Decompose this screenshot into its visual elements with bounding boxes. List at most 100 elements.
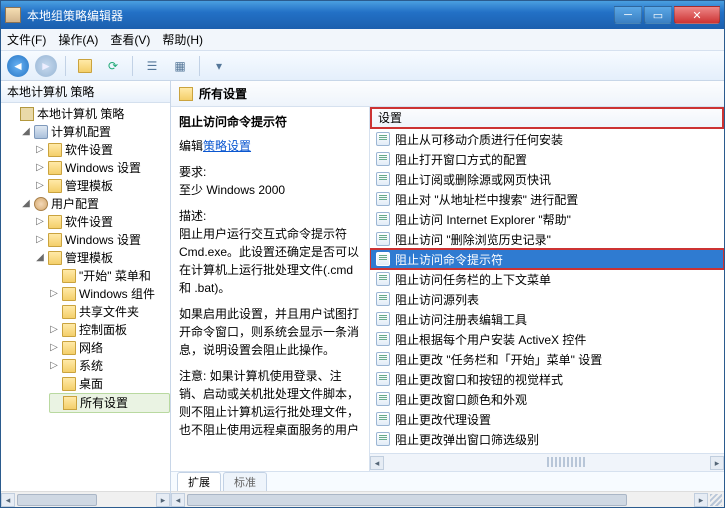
list-item-label: 阻止更改窗口和按钮的视觉样式: [395, 371, 563, 388]
refresh-button[interactable]: ⟳: [102, 55, 124, 77]
expand-icon[interactable]: ▷: [35, 231, 45, 249]
expand-icon[interactable]: ▷: [35, 159, 45, 177]
window-title: 本地组策略编辑器: [27, 7, 614, 24]
scroll-thumb[interactable]: [187, 494, 627, 506]
expand-icon[interactable]: ▷: [35, 177, 45, 195]
setting-icon: [376, 412, 390, 426]
tree-item[interactable]: ▷Windows 组件: [49, 285, 170, 303]
folder-icon: [48, 179, 62, 193]
list-header-setting[interactable]: 设置: [370, 107, 724, 129]
list-item-label: 阻止访问注册表编辑工具: [395, 311, 527, 328]
expand-icon[interactable]: ◢: [21, 123, 31, 141]
setting-icon: [376, 192, 390, 206]
help-button[interactable]: ▦: [169, 55, 191, 77]
expand-icon[interactable]: ◢: [35, 249, 45, 267]
folder-icon: [62, 341, 76, 355]
tree-item[interactable]: ▷Windows 设置: [35, 231, 170, 249]
tree-admin-templates[interactable]: ◢管理模板: [35, 249, 170, 267]
list-item-label: 阻止更改代理设置: [395, 411, 491, 428]
breadcrumb-label: 所有设置: [199, 85, 247, 102]
resize-grip-icon[interactable]: [710, 494, 722, 506]
tree-item[interactable]: 桌面: [49, 375, 170, 393]
menu-view[interactable]: 查看(V): [110, 31, 150, 48]
settings-list[interactable]: 阻止从可移动介质进行任何安装阻止打开窗口方式的配置阻止订阅或删除源或网页快讯阻止…: [370, 129, 724, 453]
tree-computer-config[interactable]: ◢计算机配置: [21, 123, 170, 141]
column-splitter-icon[interactable]: [547, 457, 587, 467]
tree-item[interactable]: ▷管理模板: [35, 177, 170, 195]
scroll-right-icon[interactable]: ▸: [694, 493, 708, 507]
list-item[interactable]: 阻止访问注册表编辑工具: [370, 309, 724, 329]
show-hide-button[interactable]: ☰: [141, 55, 163, 77]
tree-item[interactable]: ▷Windows 设置: [35, 159, 170, 177]
list-item[interactable]: 阻止订阅或删除源或网页快讯: [370, 169, 724, 189]
list-item[interactable]: 阻止更改 "任务栏和「开始」菜单" 设置: [370, 349, 724, 369]
content-pane: 所有设置 阻止访问命令提示符 编辑策略设置 要求:至少 Windows 2000…: [171, 81, 724, 507]
expand-icon[interactable]: ▷: [49, 285, 59, 303]
menu-action[interactable]: 操作(A): [58, 31, 98, 48]
folder-icon: [62, 377, 76, 391]
list-item[interactable]: 阻止访问 "删除浏览历史记录": [370, 229, 724, 249]
minimize-button[interactable]: ─: [614, 6, 642, 24]
list-item[interactable]: 阻止更改代理设置: [370, 409, 724, 429]
menubar: 文件(F) 操作(A) 查看(V) 帮助(H): [1, 29, 724, 51]
nav-back-button[interactable]: ◄: [7, 55, 29, 77]
scroll-right-icon[interactable]: ▸: [156, 493, 170, 507]
tree-root[interactable]: 本地计算机 策略: [7, 105, 170, 123]
scroll-left-icon[interactable]: ◂: [370, 456, 384, 470]
titlebar[interactable]: 本地组策略编辑器 ─ ▭ ✕: [1, 1, 724, 29]
tree-item[interactable]: ▷软件设置: [35, 213, 170, 231]
tree-user-config[interactable]: ◢用户配置: [21, 195, 170, 213]
separator: [65, 56, 66, 76]
close-button[interactable]: ✕: [674, 6, 720, 24]
folder-icon: [62, 287, 76, 301]
maximize-button[interactable]: ▭: [644, 6, 672, 24]
tree-hscrollbar[interactable]: ◂ ▸: [1, 491, 170, 507]
list-item[interactable]: 阻止更改窗口和按钮的视觉样式: [370, 369, 724, 389]
filter-button[interactable]: ▾: [208, 55, 230, 77]
menu-help[interactable]: 帮助(H): [162, 31, 203, 48]
tree-all-settings[interactable]: 所有设置: [49, 393, 170, 413]
list-item[interactable]: 阻止打开窗口方式的配置: [370, 149, 724, 169]
tree-item[interactable]: 共享文件夹: [49, 303, 170, 321]
all-settings-icon: [179, 87, 193, 101]
list-item[interactable]: 阻止根据每个用户安装 ActiveX 控件: [370, 329, 724, 349]
list-item[interactable]: 阻止更改窗口颜色和外观: [370, 389, 724, 409]
setting-icon: [376, 232, 390, 246]
tree-item[interactable]: ▷系统: [49, 357, 170, 375]
list-item[interactable]: 阻止更改弹出窗口筛选级别: [370, 429, 724, 449]
tree-item[interactable]: ▷控制面板: [49, 321, 170, 339]
tab-extended[interactable]: 扩展: [177, 472, 221, 491]
expand-icon[interactable]: ▷: [49, 339, 59, 357]
policy-tree[interactable]: 本地计算机 策略 ◢计算机配置 ▷软件设置 ▷Windows 设置 ▷管理模板 …: [1, 103, 170, 491]
scroll-left-icon[interactable]: ◂: [1, 493, 15, 507]
scroll-thumb[interactable]: [17, 494, 97, 506]
properties-button[interactable]: [74, 55, 96, 77]
user-icon: [34, 197, 48, 211]
expand-icon[interactable]: ▷: [49, 357, 59, 375]
list-item[interactable]: 阻止访问源列表: [370, 289, 724, 309]
list-item[interactable]: 阻止对 "从地址栏中搜索" 进行配置: [370, 189, 724, 209]
list-item[interactable]: 阻止访问命令提示符: [370, 249, 724, 269]
folder-icon: [62, 269, 76, 283]
list-item[interactable]: 阻止访问任务栏的上下文菜单: [370, 269, 724, 289]
nav-forward-button[interactable]: ►: [35, 55, 57, 77]
tab-standard[interactable]: 标准: [223, 472, 267, 491]
menu-file[interactable]: 文件(F): [7, 31, 46, 48]
tree-item[interactable]: ▷软件设置: [35, 141, 170, 159]
list-item[interactable]: 阻止访问 Internet Explorer "帮助": [370, 209, 724, 229]
expand-icon[interactable]: ◢: [21, 195, 31, 213]
content-hscrollbar[interactable]: ◂ ▸: [171, 491, 724, 507]
scroll-left-icon[interactable]: ◂: [171, 493, 185, 507]
tree-item[interactable]: "开始" 菜单和: [49, 267, 170, 285]
list-item-label: 阻止访问命令提示符: [395, 251, 503, 268]
expand-icon[interactable]: ▷: [49, 321, 59, 339]
scroll-right-icon[interactable]: ▸: [710, 456, 724, 470]
expand-icon[interactable]: ▷: [35, 213, 45, 231]
list-item[interactable]: 阻止从可移动介质进行任何安装: [370, 129, 724, 149]
tree-item[interactable]: ▷网络: [49, 339, 170, 357]
expand-icon[interactable]: ▷: [35, 141, 45, 159]
list-item-label: 阻止访问任务栏的上下文菜单: [395, 271, 551, 288]
settings-list-column: 设置 阻止从可移动介质进行任何安装阻止打开窗口方式的配置阻止订阅或删除源或网页快…: [369, 107, 724, 471]
list-item-label: 阻止访问 Internet Explorer "帮助": [395, 211, 571, 228]
edit-policy-link[interactable]: 策略设置: [203, 139, 251, 153]
